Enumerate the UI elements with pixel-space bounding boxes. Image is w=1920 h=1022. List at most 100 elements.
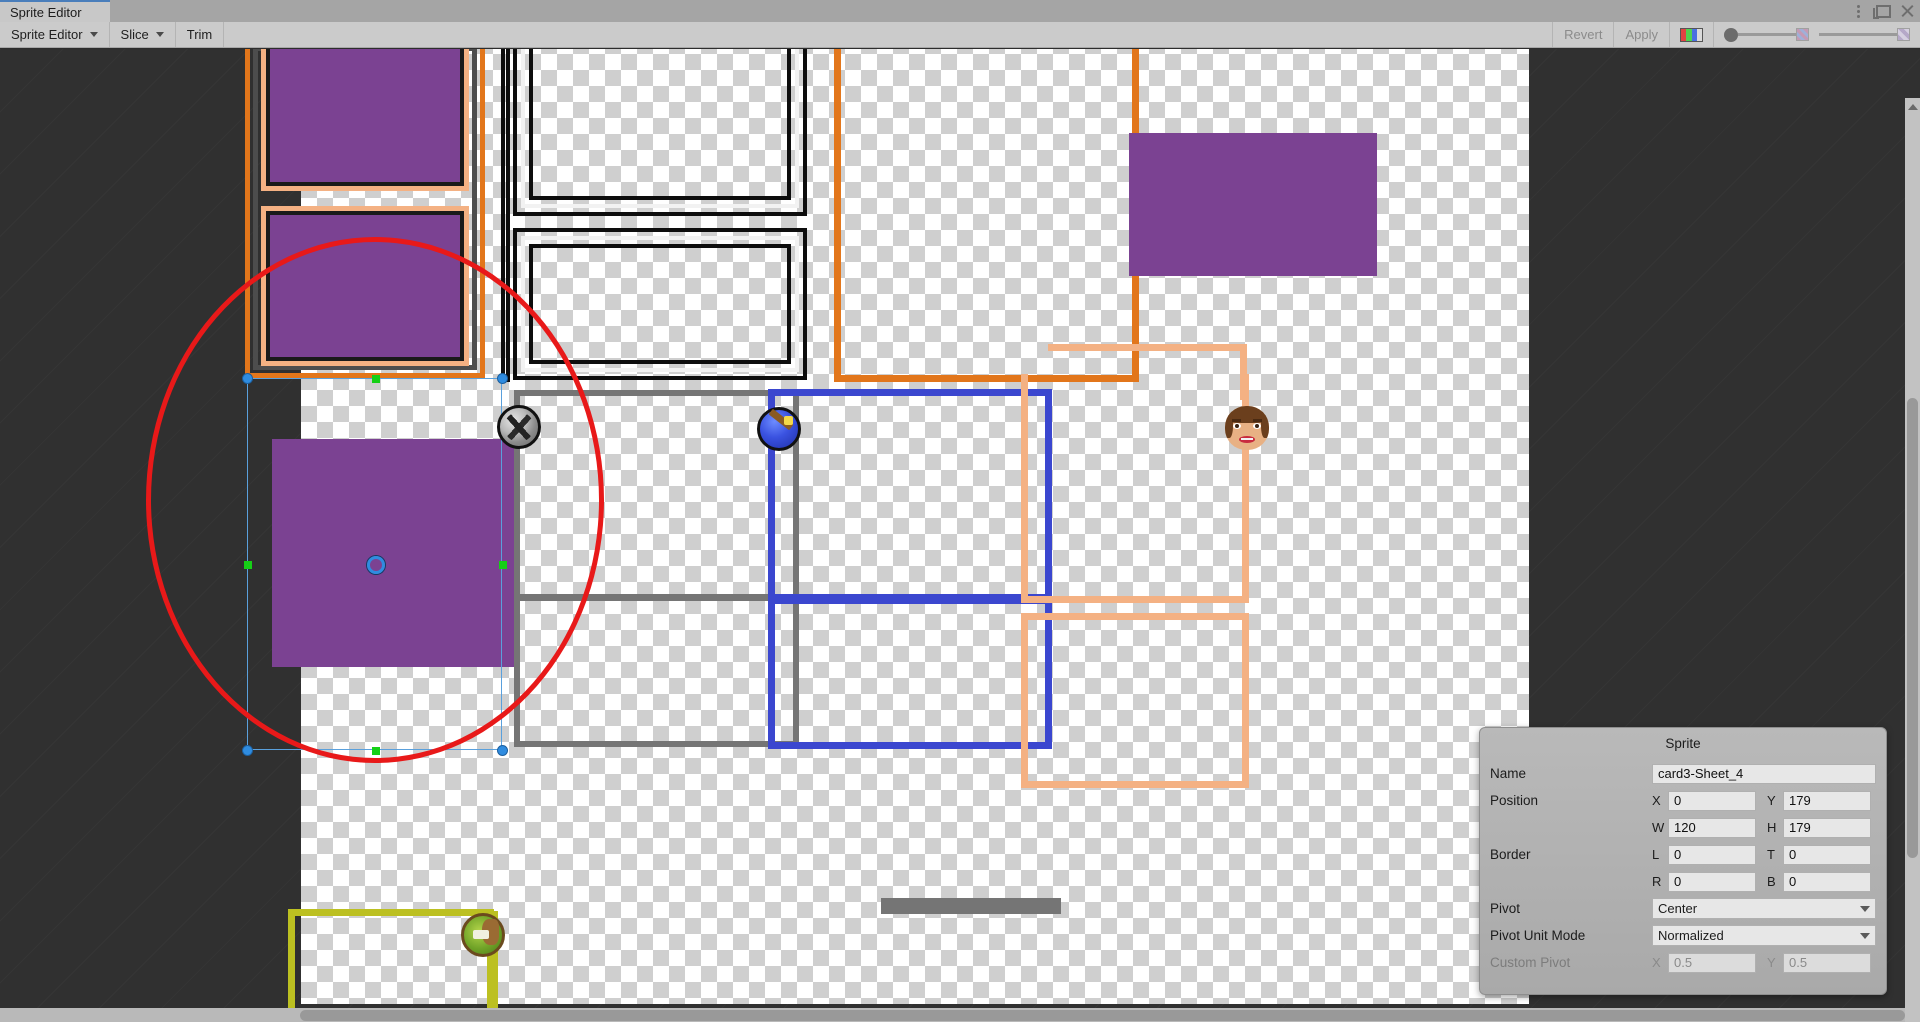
inspector-row-name: Name card3-Sheet_4 [1490,760,1876,787]
chevron-down-icon [155,32,164,37]
chevron-down-icon [1860,932,1870,939]
eyebrow-left [1232,419,1241,422]
inspector-row-border-rb: R 0 B 0 [1490,868,1876,895]
window-controls [1857,0,1914,22]
inspector-row-size: W 120 H 179 [1490,814,1876,841]
zoom-slider-knob[interactable] [1724,27,1738,42]
inspector-row-pivot-unit-mode: Pivot Unit Mode Normalized [1490,922,1876,949]
chevron-down-icon [89,32,98,37]
tab-label: Sprite Editor [10,4,82,20]
border-right-input[interactable]: 0 [1668,871,1756,892]
sprite-rect-blue-3a[interactable] [768,389,1052,601]
pivot-label: Pivot [1490,901,1521,916]
border-label: Border [1490,847,1531,862]
custom-pivot-y-label: Y [1767,955,1776,970]
pivot-unit-mode-value: Normalized [1658,928,1724,943]
slice-menu-button[interactable]: Slice [110,22,176,47]
blue-wand-orb-icon [757,407,801,451]
width-input[interactable]: 120 [1668,817,1756,838]
custom-pivot-group: X 0.5 Y 0.5 [1652,952,1876,973]
sprite-editor-menu-button[interactable]: Sprite Editor [0,22,110,47]
checker-pattern-icon [1796,28,1809,41]
width-label: W [1652,820,1665,835]
zoom-slider-track[interactable] [1738,33,1796,36]
eyebrow-right [1253,419,1262,422]
close-icon[interactable] [1900,4,1914,18]
position-y-label: Y [1767,793,1776,808]
alpha-slider[interactable] [1819,22,1920,47]
chevron-down-icon [1860,905,1870,912]
hair-right-shape [1261,408,1269,438]
apply-label: Apply [1625,27,1658,42]
tab-sprite-editor[interactable]: Sprite Editor [0,0,110,22]
sprite-rect-gray-row3[interactable] [881,898,1061,914]
sprite-rect-peach-4b[interactable] [1021,374,1249,603]
sprite-rect-orange-3[interactable] [834,49,1139,382]
sprite-rect-outline-2a-in2 [529,49,791,200]
apply-button[interactable]: Apply [1613,22,1669,47]
position-xy-group: X 0 Y 179 [1652,790,1876,811]
rgba-channel-icon [1680,27,1703,42]
alpha-pattern-icon [1897,28,1910,41]
vertical-scrollbar[interactable] [1905,98,1920,1022]
horizontal-scrollbar-thumb[interactable] [300,1010,1905,1021]
sprite-rect-peach-4c[interactable] [1021,613,1249,788]
position-y-input[interactable]: 179 [1783,790,1871,811]
eye-left [1233,423,1241,429]
slice-menu-label: Slice [120,27,149,42]
border-top-input[interactable]: 0 [1783,844,1871,865]
trim-label: Trim [186,27,213,42]
position-label: Position [1490,793,1539,808]
border-lt-group: L 0 T 0 [1652,844,1876,865]
sprite-editor-menu-label: Sprite Editor [11,27,83,42]
border-bottom-input[interactable]: 0 [1783,871,1871,892]
sprite-fill-purple-4 [1129,133,1377,276]
trim-button[interactable]: Trim [176,22,225,47]
revert-button[interactable]: Revert [1552,22,1613,47]
alpha-slider-track[interactable] [1819,33,1897,36]
border-right-label: R [1652,874,1662,889]
color-channel-button[interactable] [1669,22,1714,47]
name-label: Name [1490,766,1527,781]
border-left-input[interactable]: 0 [1668,844,1756,865]
inspector-row-custom-pivot: Custom Pivot X 0.5 Y 0.5 [1490,949,1876,976]
more-options-icon[interactable] [1857,4,1860,19]
custom-pivot-label: Custom Pivot [1490,955,1571,970]
sprite-editor-window: Sprite Editor Sprite Editor Slice Trim R… [0,0,1920,1022]
position-x-input[interactable]: 0 [1668,790,1756,811]
sprite-rect-blue-3b[interactable] [768,597,1052,749]
custom-pivot-x-input: 0.5 [1668,952,1756,973]
custom-pivot-x-label: X [1652,955,1661,970]
name-input[interactable]: card3-Sheet_4 [1652,763,1876,784]
character-face-icon-right [1225,406,1269,450]
horizontal-scrollbar[interactable] [0,1008,1905,1022]
position-x-label: X [1652,793,1661,808]
inspector-row-border: Border L 0 T 0 [1490,841,1876,868]
zoom-slider[interactable] [1714,22,1819,47]
sprite-rect-outline-2b-in2 [529,244,791,364]
eye-right [1253,423,1261,429]
mouth-shape [1239,436,1255,443]
pivot-dropdown[interactable]: Center [1652,898,1876,919]
selection-handle-bottom-left[interactable] [242,745,253,756]
border-bottom-label: B [1767,874,1776,889]
inspector-row-pivot: Pivot Center [1490,895,1876,922]
inspector-row-position: Position X 0 Y 179 [1490,787,1876,814]
border-rb-group: R 0 B 0 [1652,871,1876,892]
height-input[interactable]: 179 [1783,817,1871,838]
toolbar: Sprite Editor Slice Trim Revert Apply [0,22,1920,48]
sprite-sheet[interactable] [146,49,1529,1009]
selection-handle-bottom-right[interactable] [497,745,508,756]
border-left-label: L [1652,847,1660,862]
custom-pivot-y-input: 0.5 [1783,952,1871,973]
size-wh-group: W 120 H 179 [1652,817,1876,838]
height-label: H [1767,820,1777,835]
scroll-up-arrow-icon[interactable] [1908,104,1918,110]
toolbar-right-group: Revert Apply [1552,22,1920,47]
sprite-fill-purple-1a [261,49,469,191]
maximize-icon[interactable] [1873,5,1891,19]
red-ellipse-overlay[interactable] [146,237,604,763]
pivot-unit-mode-dropdown[interactable]: Normalized [1652,925,1876,946]
vertical-scrollbar-thumb[interactable] [1907,398,1918,858]
